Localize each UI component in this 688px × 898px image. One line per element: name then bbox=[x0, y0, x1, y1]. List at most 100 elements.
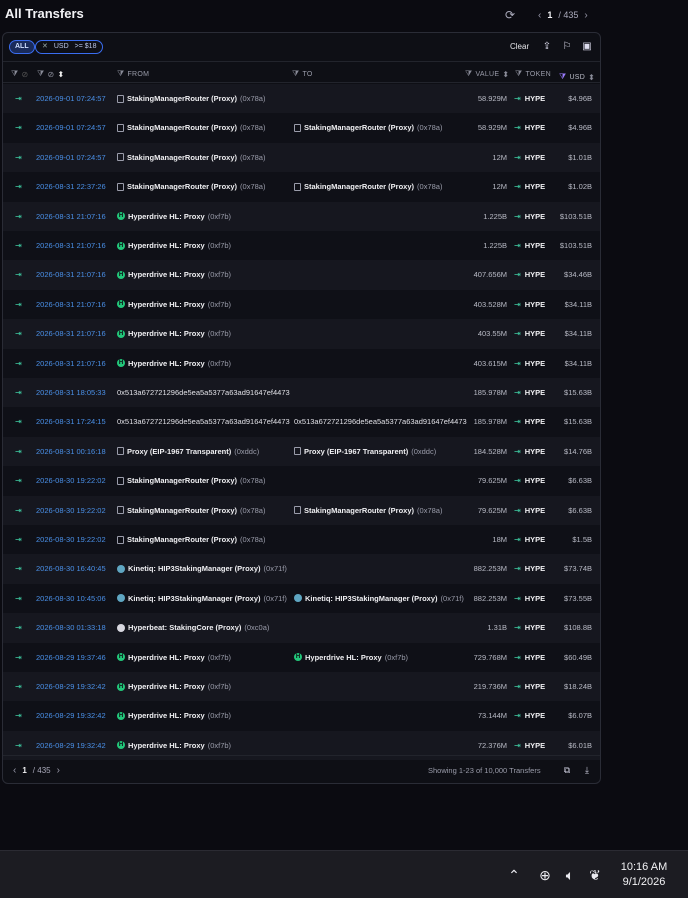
table-row[interactable]: ⇥ 2026-08-31 21:07:16 H Hyperdrive HL: Prox… bbox=[3, 289, 600, 320]
table-row[interactable]: ⇥ 2026-09-01 07:24:57 StakingManagerRouter… bbox=[3, 84, 600, 114]
from-address[interactable]: StakingManagerRouter (Proxy) (0x78a) bbox=[117, 476, 265, 485]
transfer-time-link[interactable]: 2026-09-01 07:24:57 bbox=[36, 153, 106, 162]
upload-icon[interactable]: ⇪ bbox=[541, 41, 553, 53]
transfer-time-link[interactable]: 2026-08-30 19:22:02 bbox=[36, 506, 106, 515]
chevron-right-icon[interactable]: › bbox=[584, 10, 587, 21]
token-cell[interactable]: ⇥ HYPE bbox=[514, 153, 545, 162]
from-address[interactable]: 0x513a672721296de5ea5a5377a63ad91647ef44… bbox=[117, 388, 290, 397]
from-address[interactable]: StakingManagerRouter (Proxy) (0x78a) bbox=[117, 94, 265, 103]
table-row[interactable]: ⇥ 2026-08-31 22:37:26 StakingManagerRouter… bbox=[3, 172, 600, 202]
table-row[interactable]: ⇥ 2026-08-31 21:07:16 H Hyperdrive HL: Prox… bbox=[3, 319, 600, 349]
chevron-right-icon[interactable]: › bbox=[57, 765, 60, 776]
leaf-icon[interactable]: ❦ bbox=[586, 866, 604, 884]
column-header-usd[interactable]: ⧩ USD ⬍ bbox=[559, 72, 595, 82]
transfer-time-link[interactable]: 2026-08-31 21:07:16 bbox=[36, 270, 106, 279]
table-row[interactable]: ⇥ 2026-08-31 21:07:16 H Hyperdrive HL: Prox… bbox=[3, 201, 600, 231]
token-cell[interactable]: ⇥ HYPE bbox=[514, 270, 545, 279]
from-address[interactable]: H Hyperdrive HL: Proxy (0xf7b) bbox=[117, 682, 231, 691]
to-address[interactable]: H Hyperdrive HL: Proxy (0xf7b) bbox=[294, 653, 408, 662]
to-address[interactable]: StakingManagerRouter (Proxy) (0x78a) bbox=[294, 506, 442, 515]
to-address[interactable]: Kinetiq: HIP3StakingManager (Proxy) (0x71… bbox=[294, 594, 464, 603]
token-cell[interactable]: ⇥ HYPE bbox=[514, 535, 545, 544]
from-address[interactable]: H Hyperdrive HL: Proxy (0xf7b) bbox=[117, 212, 231, 221]
token-cell[interactable]: ⇥ HYPE bbox=[514, 359, 545, 368]
column-header-from[interactable]: ⧩ FROM bbox=[117, 69, 149, 79]
table-row[interactable]: ⇥ 2026-08-30 16:40:45 Kinetiq: HIP3Staking… bbox=[3, 554, 600, 584]
transfer-time-link[interactable]: 2026-08-31 21:07:16 bbox=[36, 329, 106, 338]
token-cell[interactable]: ⇥ HYPE bbox=[514, 711, 545, 720]
from-address[interactable]: H Hyperdrive HL: Proxy (0xf7b) bbox=[117, 329, 231, 338]
from-address[interactable]: H Hyperdrive HL: Proxy (0xf7b) bbox=[117, 653, 231, 662]
transfer-time-link[interactable]: 2026-08-30 16:40:45 bbox=[36, 564, 106, 573]
transfer-time-link[interactable]: 2026-08-30 01:33:18 bbox=[36, 623, 106, 632]
transfer-time-link[interactable]: 2026-08-31 18:05:33 bbox=[36, 388, 106, 397]
to-address[interactable]: 0x513a672721296de5ea5a5377a63ad91647ef44… bbox=[294, 417, 467, 426]
chevron-left-icon[interactable]: ‹ bbox=[538, 10, 541, 21]
transfer-time-link[interactable]: 2026-08-31 21:07:16 bbox=[36, 359, 106, 368]
token-cell[interactable]: ⇥ HYPE bbox=[514, 182, 545, 191]
transfer-time-link[interactable]: 2026-08-31 21:07:16 bbox=[36, 300, 106, 309]
to-address[interactable]: StakingManagerRouter (Proxy) (0x78a) bbox=[294, 123, 442, 132]
speaker-icon[interactable]: 🔈︎ bbox=[561, 866, 579, 884]
table-row[interactable]: ⇥ 2026-09-01 07:24:57 StakingManagerRouter… bbox=[3, 142, 600, 173]
save-icon[interactable]: ▣ bbox=[581, 41, 593, 53]
column-header-token[interactable]: ⧩ TOKEN bbox=[515, 69, 551, 79]
chevron-left-icon[interactable]: ‹ bbox=[13, 765, 16, 776]
refresh-icon[interactable]: ⟳ bbox=[505, 8, 519, 22]
table-row[interactable]: ⇥ 2026-08-31 21:07:16 H Hyperdrive HL: Prox… bbox=[3, 231, 600, 261]
table-row[interactable]: ⇥ 2026-08-31 21:07:16 H Hyperdrive HL: Prox… bbox=[3, 348, 600, 378]
transfer-time-link[interactable]: 2026-09-01 07:24:57 bbox=[36, 94, 106, 103]
chevron-up-icon[interactable]: ⌃ bbox=[505, 866, 523, 884]
token-cell[interactable]: ⇥ HYPE bbox=[514, 94, 545, 103]
column-header-value[interactable]: ⧩ VALUE ⬍ bbox=[465, 69, 509, 79]
from-address[interactable]: H Hyperdrive HL: Proxy (0xf7b) bbox=[117, 270, 231, 279]
transfer-time-link[interactable]: 2026-09-01 07:24:57 bbox=[36, 123, 106, 132]
from-address[interactable]: H Hyperdrive HL: Proxy (0xf7b) bbox=[117, 241, 231, 250]
transfer-time-link[interactable]: 2026-08-29 19:32:42 bbox=[36, 682, 106, 691]
from-address[interactable]: Proxy (EIP-1967 Transparent) (0xddc) bbox=[117, 447, 259, 456]
token-cell[interactable]: ⇥ HYPE bbox=[514, 476, 545, 485]
token-cell[interactable]: ⇥ HYPE bbox=[514, 123, 545, 132]
token-cell[interactable]: ⇥ HYPE bbox=[514, 653, 545, 662]
from-address[interactable]: H Hyperdrive HL: Proxy (0xf7b) bbox=[117, 711, 231, 720]
token-cell[interactable]: ⇥ HYPE bbox=[514, 506, 545, 515]
table-row[interactable]: ⇥ 2026-08-31 00:16:18 Proxy (EIP-1967 Tran… bbox=[3, 436, 600, 467]
transfer-time-link[interactable]: 2026-08-30 10:45:06 bbox=[36, 594, 106, 603]
from-address[interactable]: 0x513a672721296de5ea5a5377a63ad91647ef44… bbox=[117, 417, 290, 426]
token-cell[interactable]: ⇥ HYPE bbox=[514, 447, 545, 456]
bookmark-icon[interactable]: ⚐ bbox=[561, 41, 573, 53]
table-row[interactable]: ⇥ 2026-09-01 07:24:57 StakingManagerRouter… bbox=[3, 113, 600, 143]
transfer-time-link[interactable]: 2026-08-31 21:07:16 bbox=[36, 241, 106, 250]
token-cell[interactable]: ⇥ HYPE bbox=[514, 329, 545, 338]
from-address[interactable]: Kinetiq: HIP3StakingManager (Proxy) (0x71… bbox=[117, 564, 287, 573]
token-cell[interactable]: ⇥ HYPE bbox=[514, 623, 545, 632]
token-cell[interactable]: ⇥ HYPE bbox=[514, 300, 545, 309]
from-address[interactable]: Kinetiq: HIP3StakingManager (Proxy) (0x71… bbox=[117, 594, 287, 603]
from-address[interactable]: StakingManagerRouter (Proxy) (0x78a) bbox=[117, 123, 265, 132]
table-row[interactable]: ⇥ 2026-08-31 17:24:15 0x513a672721296de5ea… bbox=[3, 407, 600, 437]
table-row[interactable]: ⇥ 2026-08-31 21:07:16 H Hyperdrive HL: Prox… bbox=[3, 260, 600, 290]
transfer-time-link[interactable]: 2026-08-31 21:07:16 bbox=[36, 212, 106, 221]
globe-icon[interactable]: ⊕ bbox=[536, 866, 554, 884]
table-row[interactable]: ⇥ 2026-08-29 19:32:42 H Hyperdrive HL: Prox… bbox=[3, 701, 600, 731]
to-address[interactable]: StakingManagerRouter (Proxy) (0x78a) bbox=[294, 182, 442, 191]
from-address[interactable]: StakingManagerRouter (Proxy) (0x78a) bbox=[117, 506, 265, 515]
to-address[interactable]: Proxy (EIP-1967 Transparent) (0xddc) bbox=[294, 447, 436, 456]
filter-usd-pill[interactable]: ✕ USD >= $18 bbox=[35, 40, 104, 54]
from-address[interactable]: H Hyperdrive HL: Proxy (0xf7b) bbox=[117, 359, 231, 368]
token-cell[interactable]: ⇥ HYPE bbox=[514, 417, 545, 426]
transfer-time-link[interactable]: 2026-08-29 19:37:46 bbox=[36, 653, 106, 662]
from-address[interactable]: Hyperbeat: StakingCore (Proxy) (0xc0a) bbox=[117, 623, 269, 632]
table-row[interactable]: ⇥ 2026-08-30 10:45:06 Kinetiq: HIP3Staking… bbox=[3, 583, 600, 614]
table-row[interactable]: ⇥ 2026-08-30 19:22:02 StakingManagerRouter… bbox=[3, 525, 600, 555]
transfer-time-link[interactable]: 2026-08-31 22:37:26 bbox=[36, 182, 106, 191]
transfer-time-link[interactable]: 2026-08-29 19:32:42 bbox=[36, 741, 106, 750]
table-row[interactable]: ⇥ 2026-08-29 19:37:46 H Hyperdrive HL: Prox… bbox=[3, 642, 600, 672]
filter-all-pill[interactable]: ALL bbox=[9, 40, 35, 54]
close-icon[interactable]: ✕ bbox=[42, 41, 48, 53]
token-cell[interactable]: ⇥ HYPE bbox=[514, 212, 545, 221]
download-icon[interactable]: ⤓ bbox=[581, 765, 593, 777]
table-row[interactable]: ⇥ 2026-08-30 19:22:02 StakingManagerRouter… bbox=[3, 466, 600, 496]
token-cell[interactable]: ⇥ HYPE bbox=[514, 241, 545, 250]
clear-button[interactable]: Clear bbox=[510, 42, 529, 51]
